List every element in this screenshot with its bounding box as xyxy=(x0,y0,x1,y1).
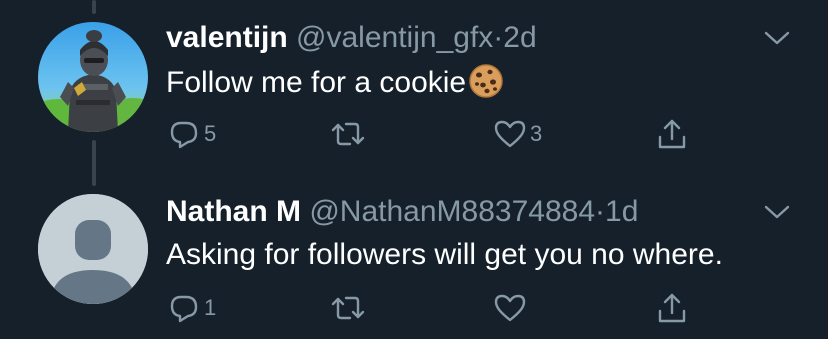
retweet-button[interactable] xyxy=(328,290,370,326)
reply-icon xyxy=(170,295,198,323)
tweet-timestamp[interactable]: 2d xyxy=(503,21,536,54)
share-icon xyxy=(658,293,686,323)
retweet-icon xyxy=(331,296,365,320)
tweet-text-body: Follow me for a cookie xyxy=(166,66,467,99)
like-button[interactable] xyxy=(492,290,530,326)
author-line: Nathan M @NathanM88374884·1d xyxy=(166,194,638,230)
heart-icon xyxy=(494,294,526,322)
display-name[interactable]: Nathan M xyxy=(166,195,301,228)
separator-dot: · xyxy=(493,21,504,54)
reply-icon xyxy=(170,121,198,149)
tweet-actions: 1 xyxy=(166,290,726,326)
share-button[interactable] xyxy=(654,290,690,326)
user-handle[interactable]: @valentijn_gfx xyxy=(296,21,493,54)
like-count: 3 xyxy=(530,121,543,146)
display-name[interactable]: valentijn xyxy=(166,21,288,54)
share-icon xyxy=(658,119,686,149)
cookie-icon xyxy=(469,64,503,98)
reply-count: 5 xyxy=(204,121,217,146)
chevron-down-icon[interactable] xyxy=(762,26,792,50)
tweet-text: Follow me for a cookie xyxy=(166,63,504,102)
fortnite-character-avatar xyxy=(38,22,148,132)
share-button[interactable] xyxy=(654,116,690,152)
separator-dot: · xyxy=(595,195,606,228)
like-button[interactable]: 3 xyxy=(492,116,542,152)
tweet-actions: 5 3 xyxy=(166,116,726,152)
author-line: valentijn @valentijn_gfx·2d xyxy=(166,20,537,56)
avatar[interactable] xyxy=(38,194,148,304)
user-handle[interactable]: @NathanM88374884 xyxy=(309,195,595,228)
reply-button[interactable]: 1 xyxy=(166,290,216,326)
heart-icon xyxy=(494,120,526,148)
reply-count: 1 xyxy=(204,295,217,320)
chevron-down-icon[interactable] xyxy=(762,200,792,224)
cookie-emoji xyxy=(468,63,504,99)
reply-button[interactable]: 5 xyxy=(166,116,216,152)
retweet-icon xyxy=(331,122,365,146)
tweet-text: Asking for followers will get you no whe… xyxy=(166,238,723,271)
tweet-valentijn[interactable]: valentijn @valentijn_gfx·2d Follow me fo… xyxy=(0,0,828,170)
avatar[interactable] xyxy=(38,22,148,132)
retweet-button[interactable] xyxy=(328,116,370,152)
tweet-nathan[interactable]: Nathan M @NathanM88374884·1d Asking for … xyxy=(0,170,828,339)
tweet-timestamp[interactable]: 1d xyxy=(605,195,638,228)
default-avatar-icon xyxy=(38,194,148,304)
